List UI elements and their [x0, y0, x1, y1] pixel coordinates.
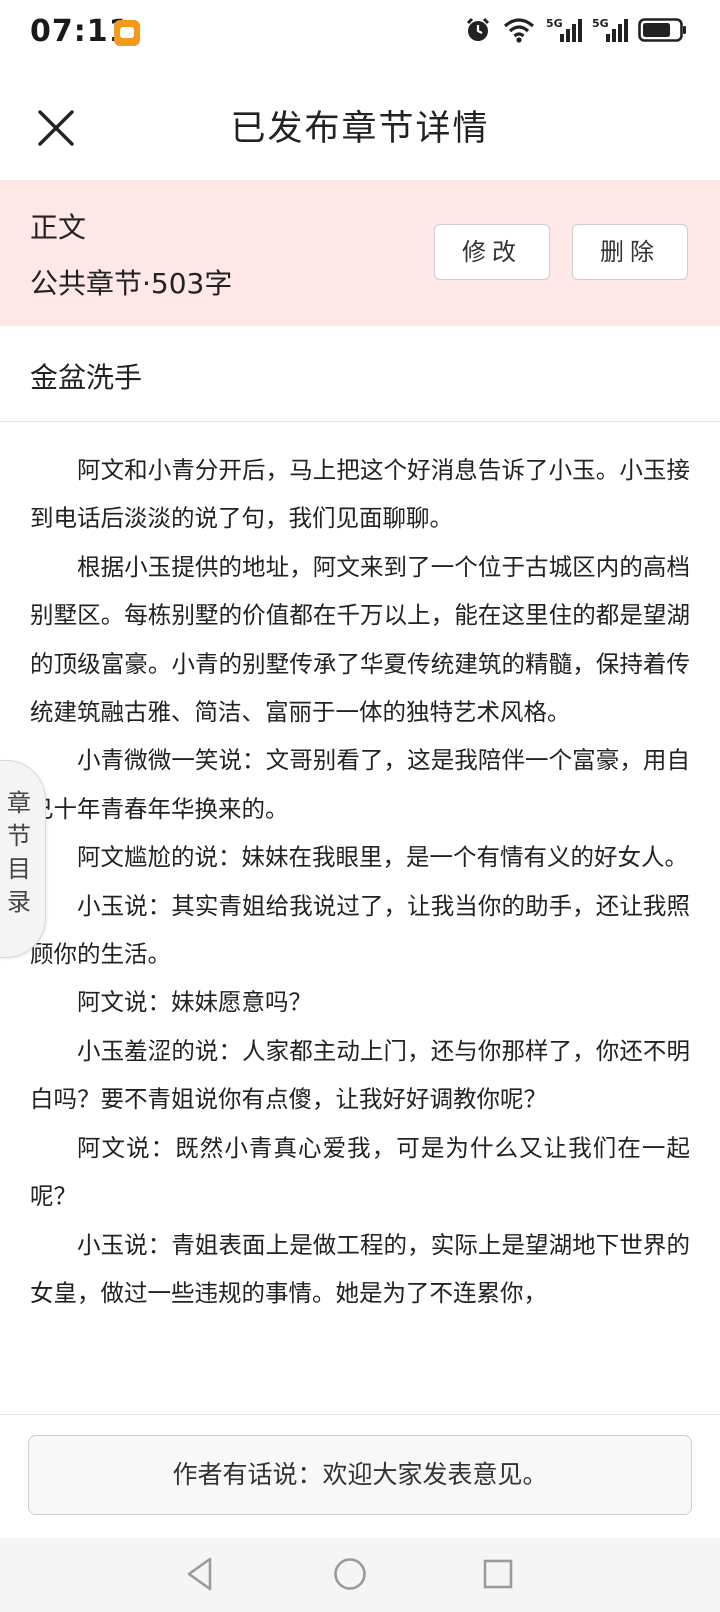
wifi-icon: [503, 18, 535, 43]
signal-5g-icon: 5G: [546, 17, 582, 42]
footer: 作者有话说：欢迎大家发表意见。: [0, 1414, 720, 1539]
content-paragraph: 阿文说：妹妹愿意吗？: [77, 988, 312, 1017]
chapter-directory-label: 章节目录: [7, 789, 31, 916]
edit-button[interactable]: 修改: [434, 224, 550, 280]
content-paragraph: 小玉说：青姐表面上是做工程的，实际上是望湖地下世界的女皇，做过一些违规的事情。她…: [30, 1230, 690, 1307]
content-paragraph: 小玉说：其实青姐给我说过了，让我当你的助手，还让我照顾你的生活。: [30, 891, 690, 969]
page-title: 已发布章节详情: [230, 109, 490, 149]
content-paragraph: 根据小玉提供的地址，阿文来到了一个位于古城区内的高档别墅区。每栋别墅的价值都在千…: [30, 552, 690, 727]
chapter-title: 金盆洗手: [30, 361, 143, 394]
content-paragraph: 阿文和小青分开后，马上把这个好消息告诉了小玉。小玉接到电话后淡淡的说了句，我们见…: [30, 456, 690, 533]
chapter-info-panel: 正文 公共章节·503字 修改 删除: [0, 180, 720, 326]
app-notification-icon: [114, 20, 140, 46]
content-paragraph: 小玉羞涩的说：人家都主动上门，还与你那样了，你还不明白吗？要不青姐说你有点傻，让…: [30, 1036, 690, 1114]
battery-icon: [638, 18, 686, 42]
svg-text:5G: 5G: [546, 17, 563, 30]
content-paragraph: 小青微微一笑说：文哥别看了，这是我陪伴一个富豪，用自己十年青春年华换来的。: [30, 746, 690, 823]
chapter-content[interactable]: 阿文和小青分开后，马上把这个好消息告诉了小玉。小玉接到电话后淡淡的说了句，我们见…: [30, 446, 690, 1414]
signal-5g-icon: 5G: [592, 17, 628, 42]
top-bar: 已发布章节详情: [0, 68, 720, 180]
chapter-directory-tab[interactable]: 章节目录: [0, 760, 46, 958]
chapter-title-row: 金盆洗手: [0, 326, 720, 422]
chapter-category: 正文: [30, 211, 87, 244]
svg-text:5G: 5G: [592, 17, 609, 30]
home-circle-icon[interactable]: [328, 1552, 372, 1596]
alarm-icon: [466, 17, 490, 41]
content-paragraph: 阿文尴尬的说：妹妹在我眼里，是一个有情有义的好女人。: [77, 843, 688, 872]
navigation-bar: [0, 1538, 720, 1612]
back-triangle-icon[interactable]: [178, 1552, 222, 1596]
chapter-meta: 公共章节·503字: [30, 267, 233, 300]
content-paragraph: 阿文说：既然小青真心爱我，可是为什么又让我们在一起呢？: [30, 1133, 690, 1211]
status-icons: 5G 5G: [464, 16, 688, 44]
delete-button[interactable]: 删除: [572, 224, 688, 280]
author-note: 作者有话说：欢迎大家发表意见。: [28, 1435, 692, 1515]
recents-square-icon[interactable]: [476, 1552, 520, 1596]
status-bar: 07:11 5G 5G: [0, 0, 720, 68]
